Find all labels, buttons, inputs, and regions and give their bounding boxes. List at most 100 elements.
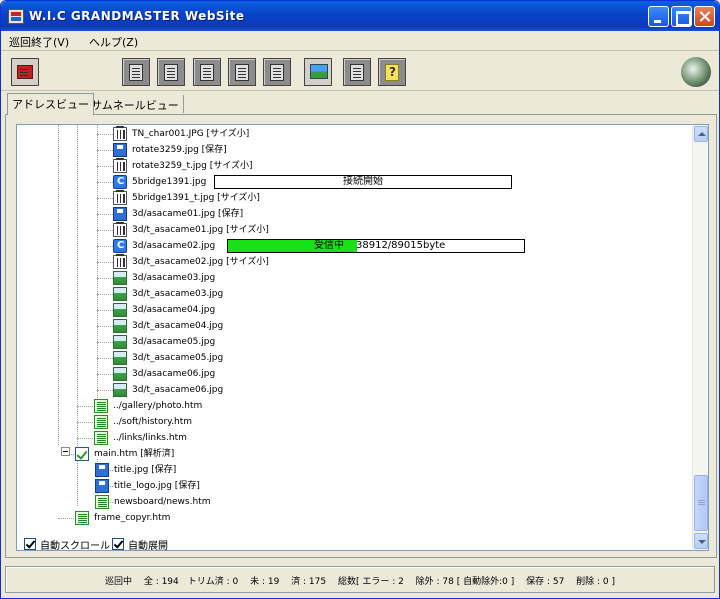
status-text: 巡回中 全 : 194 トリム済 : 0 未 : 19 済 : 175 総数[ …: [104, 577, 616, 587]
tree-item-label: frame_copyr.htm: [94, 513, 171, 523]
tree-item-label: ../gallery/photo.htm: [113, 401, 203, 411]
address-tree[interactable]: TN_char001.JPG [サイズ小] rotate3259.jpg [保存]…: [16, 124, 693, 551]
save-disk-icon: [95, 479, 109, 493]
minimize-button[interactable]: [648, 6, 669, 27]
clear-icon: [270, 64, 284, 81]
tree-item-label: 3d/asacame05.jpg: [132, 337, 216, 347]
collapse-toggle[interactable]: [61, 447, 70, 456]
html-file-icon: [94, 399, 108, 413]
tree-item-label: 5bridge1391.jpg: [132, 177, 207, 187]
app-window: W.I.C GRANDMASTER WebSite 巡回終了(V) ヘルプ(Z)…: [0, 0, 720, 599]
help-button[interactable]: [378, 58, 406, 86]
view-button[interactable]: [304, 58, 332, 86]
image-icon: [113, 383, 127, 397]
transfer-progress-2: 受信中 38912/89015byte: [227, 239, 525, 253]
tree-item-label: 3d/t_asacame05.jpg: [132, 353, 224, 363]
tree-guide-line: [58, 125, 59, 445]
scroll-down-button[interactable]: [694, 533, 708, 549]
app-icon[interactable]: [8, 9, 24, 24]
tree-item-label: 3d/t_asacame02.jpg [サイズ小]: [132, 257, 269, 267]
menu-stop-patrol[interactable]: 巡回終了(V): [9, 34, 69, 50]
auto-scroll-checkbox[interactable]: [24, 538, 36, 550]
trash-icon: [113, 222, 127, 237]
tree-guide-line: [97, 150, 113, 151]
tree-guide-line: [97, 230, 113, 231]
html-file-icon: [94, 415, 108, 429]
tree-item-label: rotate3259_t.jpg [サイズ小]: [132, 161, 253, 171]
tree-item-label: ../soft/history.htm: [113, 417, 193, 427]
tree-guide-line: [97, 134, 113, 135]
save-disk-icon: [113, 207, 127, 221]
toolbar: [1, 53, 719, 91]
trash-icon: [113, 254, 127, 269]
edit-icon: [200, 64, 214, 81]
tree-guide-line: [97, 342, 113, 343]
status-bar: 巡回中 全 : 194 トリム済 : 0 未 : 19 済 : 175 総数[ …: [5, 566, 715, 593]
globe-icon: [681, 57, 711, 87]
paste-button[interactable]: [228, 58, 256, 86]
add-button[interactable]: [122, 58, 150, 86]
image-icon: [113, 351, 127, 365]
delete-button[interactable]: [157, 58, 185, 86]
title-bar[interactable]: W.I.C GRANDMASTER WebSite: [1, 1, 719, 31]
image-icon: [113, 335, 127, 349]
scroll-thumb[interactable]: [694, 475, 708, 531]
tree-item-label: newsboard/news.htm: [114, 497, 211, 507]
image-icon: [113, 271, 127, 285]
tree-guide-line: [97, 198, 113, 199]
tree-guide-line: [97, 246, 113, 247]
tree-item-label: TN_char001.JPG [サイズ小]: [132, 129, 250, 139]
tree-item-label: rotate3259.jpg [保存]: [132, 145, 227, 155]
html-file-icon: [75, 511, 89, 525]
image-icon: [113, 287, 127, 301]
tree-item-label: 5bridge1391_t.jpg [サイズ小]: [132, 193, 260, 203]
tree-item-label: 3d/t_asacame06.jpg: [132, 385, 224, 395]
tree-guide-line: [97, 278, 113, 279]
tree-item-label: 3d/asacame01.jpg [保存]: [132, 209, 244, 219]
tree-item-label: ../links/links.htm: [113, 433, 187, 443]
trash-icon: [113, 158, 127, 173]
image-icon: [113, 367, 127, 381]
settings-button[interactable]: [343, 58, 371, 86]
delete-icon: [164, 64, 178, 81]
tab-address-view[interactable]: アドレスビュー: [7, 93, 94, 115]
stop-button[interactable]: [11, 58, 39, 86]
window-title: W.I.C GRANDMASTER WebSite: [29, 9, 245, 23]
close-button[interactable]: [694, 6, 715, 27]
scroll-up-button[interactable]: [694, 126, 708, 142]
auto-expand-checkbox[interactable]: [112, 538, 124, 550]
menu-bar: 巡回終了(V) ヘルプ(Z): [1, 31, 719, 51]
settings-icon: [350, 64, 364, 81]
maximize-button[interactable]: [671, 6, 692, 27]
transfer-status-text: 接続開始: [343, 176, 383, 187]
tree-guide-line: [58, 518, 74, 519]
tree-item-label: title_logo.jpg [保存]: [114, 481, 200, 491]
html-file-icon: [95, 495, 109, 509]
menu-help[interactable]: ヘルプ(Z): [89, 34, 138, 50]
tree-item-label: main.htm [解析済]: [94, 449, 175, 459]
auto-scroll-label: 自動スクロール: [40, 541, 110, 552]
tree-guide-line: [97, 326, 113, 327]
trash-icon: [113, 126, 127, 141]
clear-button[interactable]: [263, 58, 291, 86]
tab-thumbnail-view[interactable]: サムネールビュー: [87, 95, 184, 113]
tree-guide-line: [97, 182, 113, 183]
edit-button[interactable]: [193, 58, 221, 86]
connecting-icon: [113, 239, 127, 253]
tree-guide-line: [97, 262, 113, 263]
trash-icon: [113, 190, 127, 205]
vertical-scrollbar[interactable]: [692, 124, 709, 551]
transfer-bytes-text: 38912/89015byte: [356, 240, 446, 251]
tree-guide-line: [97, 166, 113, 167]
tree-item-label: 3d/asacame04.jpg: [132, 305, 216, 315]
save-disk-icon: [95, 463, 109, 477]
stop-icon: [17, 65, 33, 79]
transfer-progress-1: 接続開始: [214, 175, 512, 189]
paste-icon: [235, 64, 249, 81]
connecting-icon: [113, 175, 127, 189]
checked-page-icon: [75, 447, 89, 461]
tree-guide-line: [97, 214, 113, 215]
tree-guide-line: [77, 406, 93, 407]
tree-item-label: 3d/asacame03.jpg: [132, 273, 216, 283]
tree-guide-line: [97, 390, 113, 391]
